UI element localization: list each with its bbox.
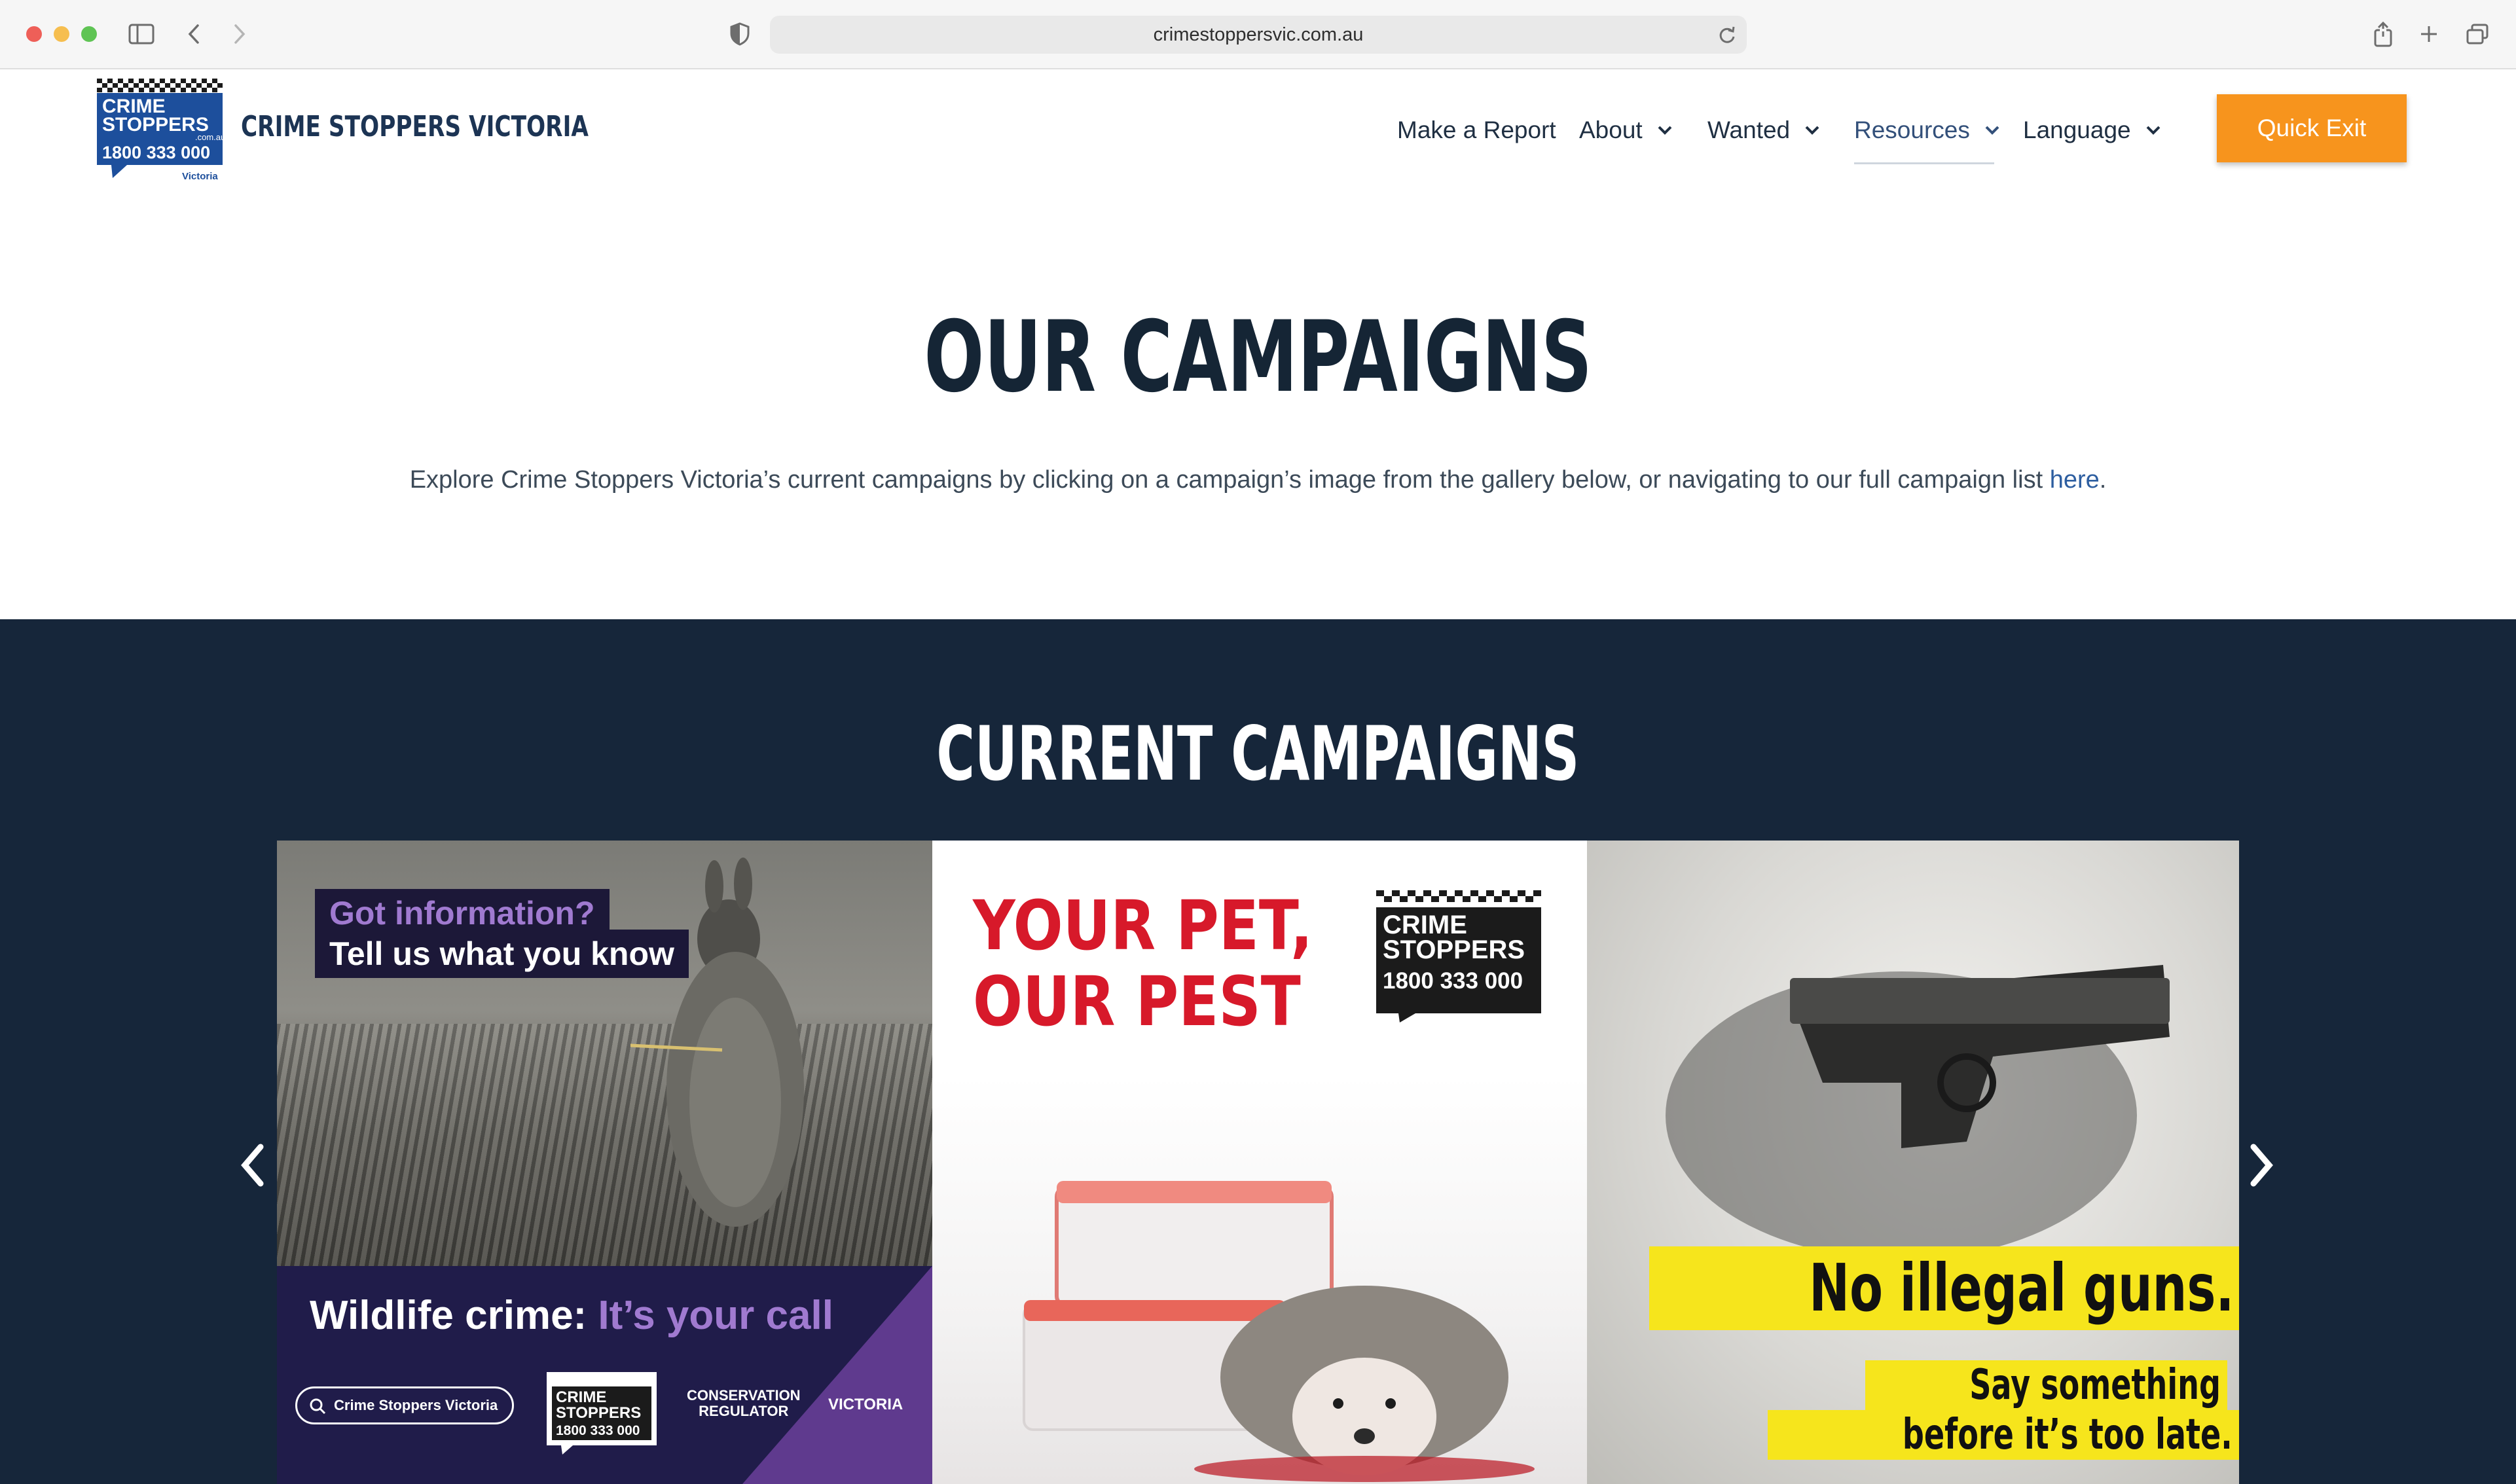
crime-stoppers-logo[interactable]: CRIME STOPPERS .com.au 1800 333 000 Vict… [97, 79, 225, 183]
svg-text:STOPPERS: STOPPERS [1383, 935, 1525, 964]
campaign-slide-pet-pest[interactable]: YOUR PET, OUR PEST CRIME STOPPERS 1800 3… [932, 841, 1587, 1484]
slide-kicker-2: Tell us what you know [315, 930, 689, 978]
campaign-slide-wildlife[interactable]: Got information? Tell us what you know W… [277, 841, 932, 1484]
partner-logo-text: CONSERVATION REGULATOR [687, 1387, 801, 1419]
crime-stoppers-logo-small: CRIME STOPPERS 1800 333 000 [1375, 889, 1545, 1023]
chevron-down-icon [2146, 126, 2160, 135]
url-text: crimestoppersvic.com.au [1153, 24, 1364, 45]
campaign-list-link[interactable]: here [2050, 466, 2100, 494]
zoom-window-button[interactable] [81, 26, 97, 42]
chevron-left-icon [241, 1144, 264, 1187]
grass-texture [277, 1024, 932, 1266]
chevron-down-icon [1805, 126, 1819, 135]
brand-name[interactable]: CRIME STOPPERS VICTORIA [241, 110, 589, 143]
nav-about[interactable]: About [1579, 110, 1673, 151]
slide-headline: YOUR PET, OUR PEST [973, 886, 1313, 1041]
sidebar-toggle-icon[interactable] [124, 17, 158, 51]
slide-headline: Wildlife crime: It’s your call [310, 1293, 833, 1338]
nav-label: About [1579, 117, 1643, 143]
svg-text:1800 333 000: 1800 333 000 [1383, 968, 1523, 994]
svg-text:STOPPERS: STOPPERS [556, 1404, 641, 1422]
nav-resources[interactable]: Resources [1854, 110, 2000, 151]
tab-overview-icon[interactable] [2460, 17, 2494, 51]
search-icon [310, 1398, 326, 1415]
page-title: OUR CAMPAIGNS [924, 300, 1592, 414]
address-bar[interactable]: crimestoppersvic.com.au [770, 16, 1747, 54]
intro-end: . [2099, 466, 2107, 494]
nav-language[interactable]: Language [2023, 110, 2161, 151]
svg-text:CRIME: CRIME [556, 1388, 606, 1406]
campaign-slide-illegal-guns[interactable]: No illegal guns. Say something before it… [1587, 841, 2239, 1484]
crime-stoppers-logo-small: CRIME STOPPERS 1800 333 000 [547, 1372, 657, 1455]
svg-text:STOPPERS: STOPPERS [102, 114, 209, 136]
svg-text:Victoria: Victoria [182, 171, 218, 182]
nav-label: Wanted [1707, 117, 1791, 143]
chevron-down-icon [1985, 126, 1999, 135]
svg-text:1800 333 000: 1800 333 000 [556, 1423, 640, 1438]
new-tab-icon[interactable] [2412, 17, 2446, 51]
reload-icon[interactable] [1718, 25, 1736, 48]
nav-wanted[interactable]: Wanted [1707, 110, 1820, 151]
nav-label: Resources [1854, 117, 1970, 143]
privacy-shield-icon[interactable] [723, 17, 757, 51]
back-icon[interactable] [177, 17, 211, 51]
search-pill-label: Crime Stoppers Victoria [334, 1397, 498, 1413]
nav-label: Language [2023, 117, 2131, 143]
active-nav-underline [1854, 162, 1994, 164]
svg-text:1800 333 000: 1800 333 000 [102, 143, 210, 162]
carousel-prev-button[interactable] [236, 1139, 268, 1191]
browser-toolbar: crimestoppersvic.com.au [0, 0, 2516, 69]
minimize-window-button[interactable] [54, 26, 69, 42]
intro-text: Explore Crime Stoppers Victoria’s curren… [409, 466, 2050, 494]
search-pill: Crime Stoppers Victoria [295, 1386, 514, 1424]
share-icon[interactable] [2366, 17, 2400, 51]
chevron-down-icon [1658, 126, 1672, 135]
victoria-state-logo: VICTORIA [828, 1396, 903, 1413]
nav-label: Make a Report [1397, 117, 1556, 143]
slide-tagline-1: Say something [1865, 1360, 2227, 1410]
forward-icon[interactable] [223, 17, 257, 51]
kangaroo-illustration [630, 858, 804, 1227]
close-window-button[interactable] [26, 26, 42, 42]
slide-headline: No illegal guns. [1649, 1246, 2239, 1330]
hedgehog-illustration [1023, 1181, 1535, 1482]
carousel-next-button[interactable] [2246, 1139, 2278, 1191]
quick-exit-button[interactable]: Quick Exit [2217, 94, 2407, 162]
site-header: CRIME STOPPERS .com.au 1800 333 000 Vict… [0, 69, 2516, 194]
nav-make-a-report[interactable]: Make a Report [1397, 110, 1556, 151]
slide-tagline-2: before it’s too late. [1768, 1410, 2239, 1460]
pistol-illustration [1666, 965, 2170, 1259]
section-title: CURRENT CAMPAIGNS [936, 710, 1580, 797]
chevron-right-icon [2250, 1144, 2273, 1187]
page-intro: Explore Crime Stoppers Victoria’s curren… [0, 466, 2516, 494]
svg-text:.com.au: .com.au [195, 132, 223, 142]
